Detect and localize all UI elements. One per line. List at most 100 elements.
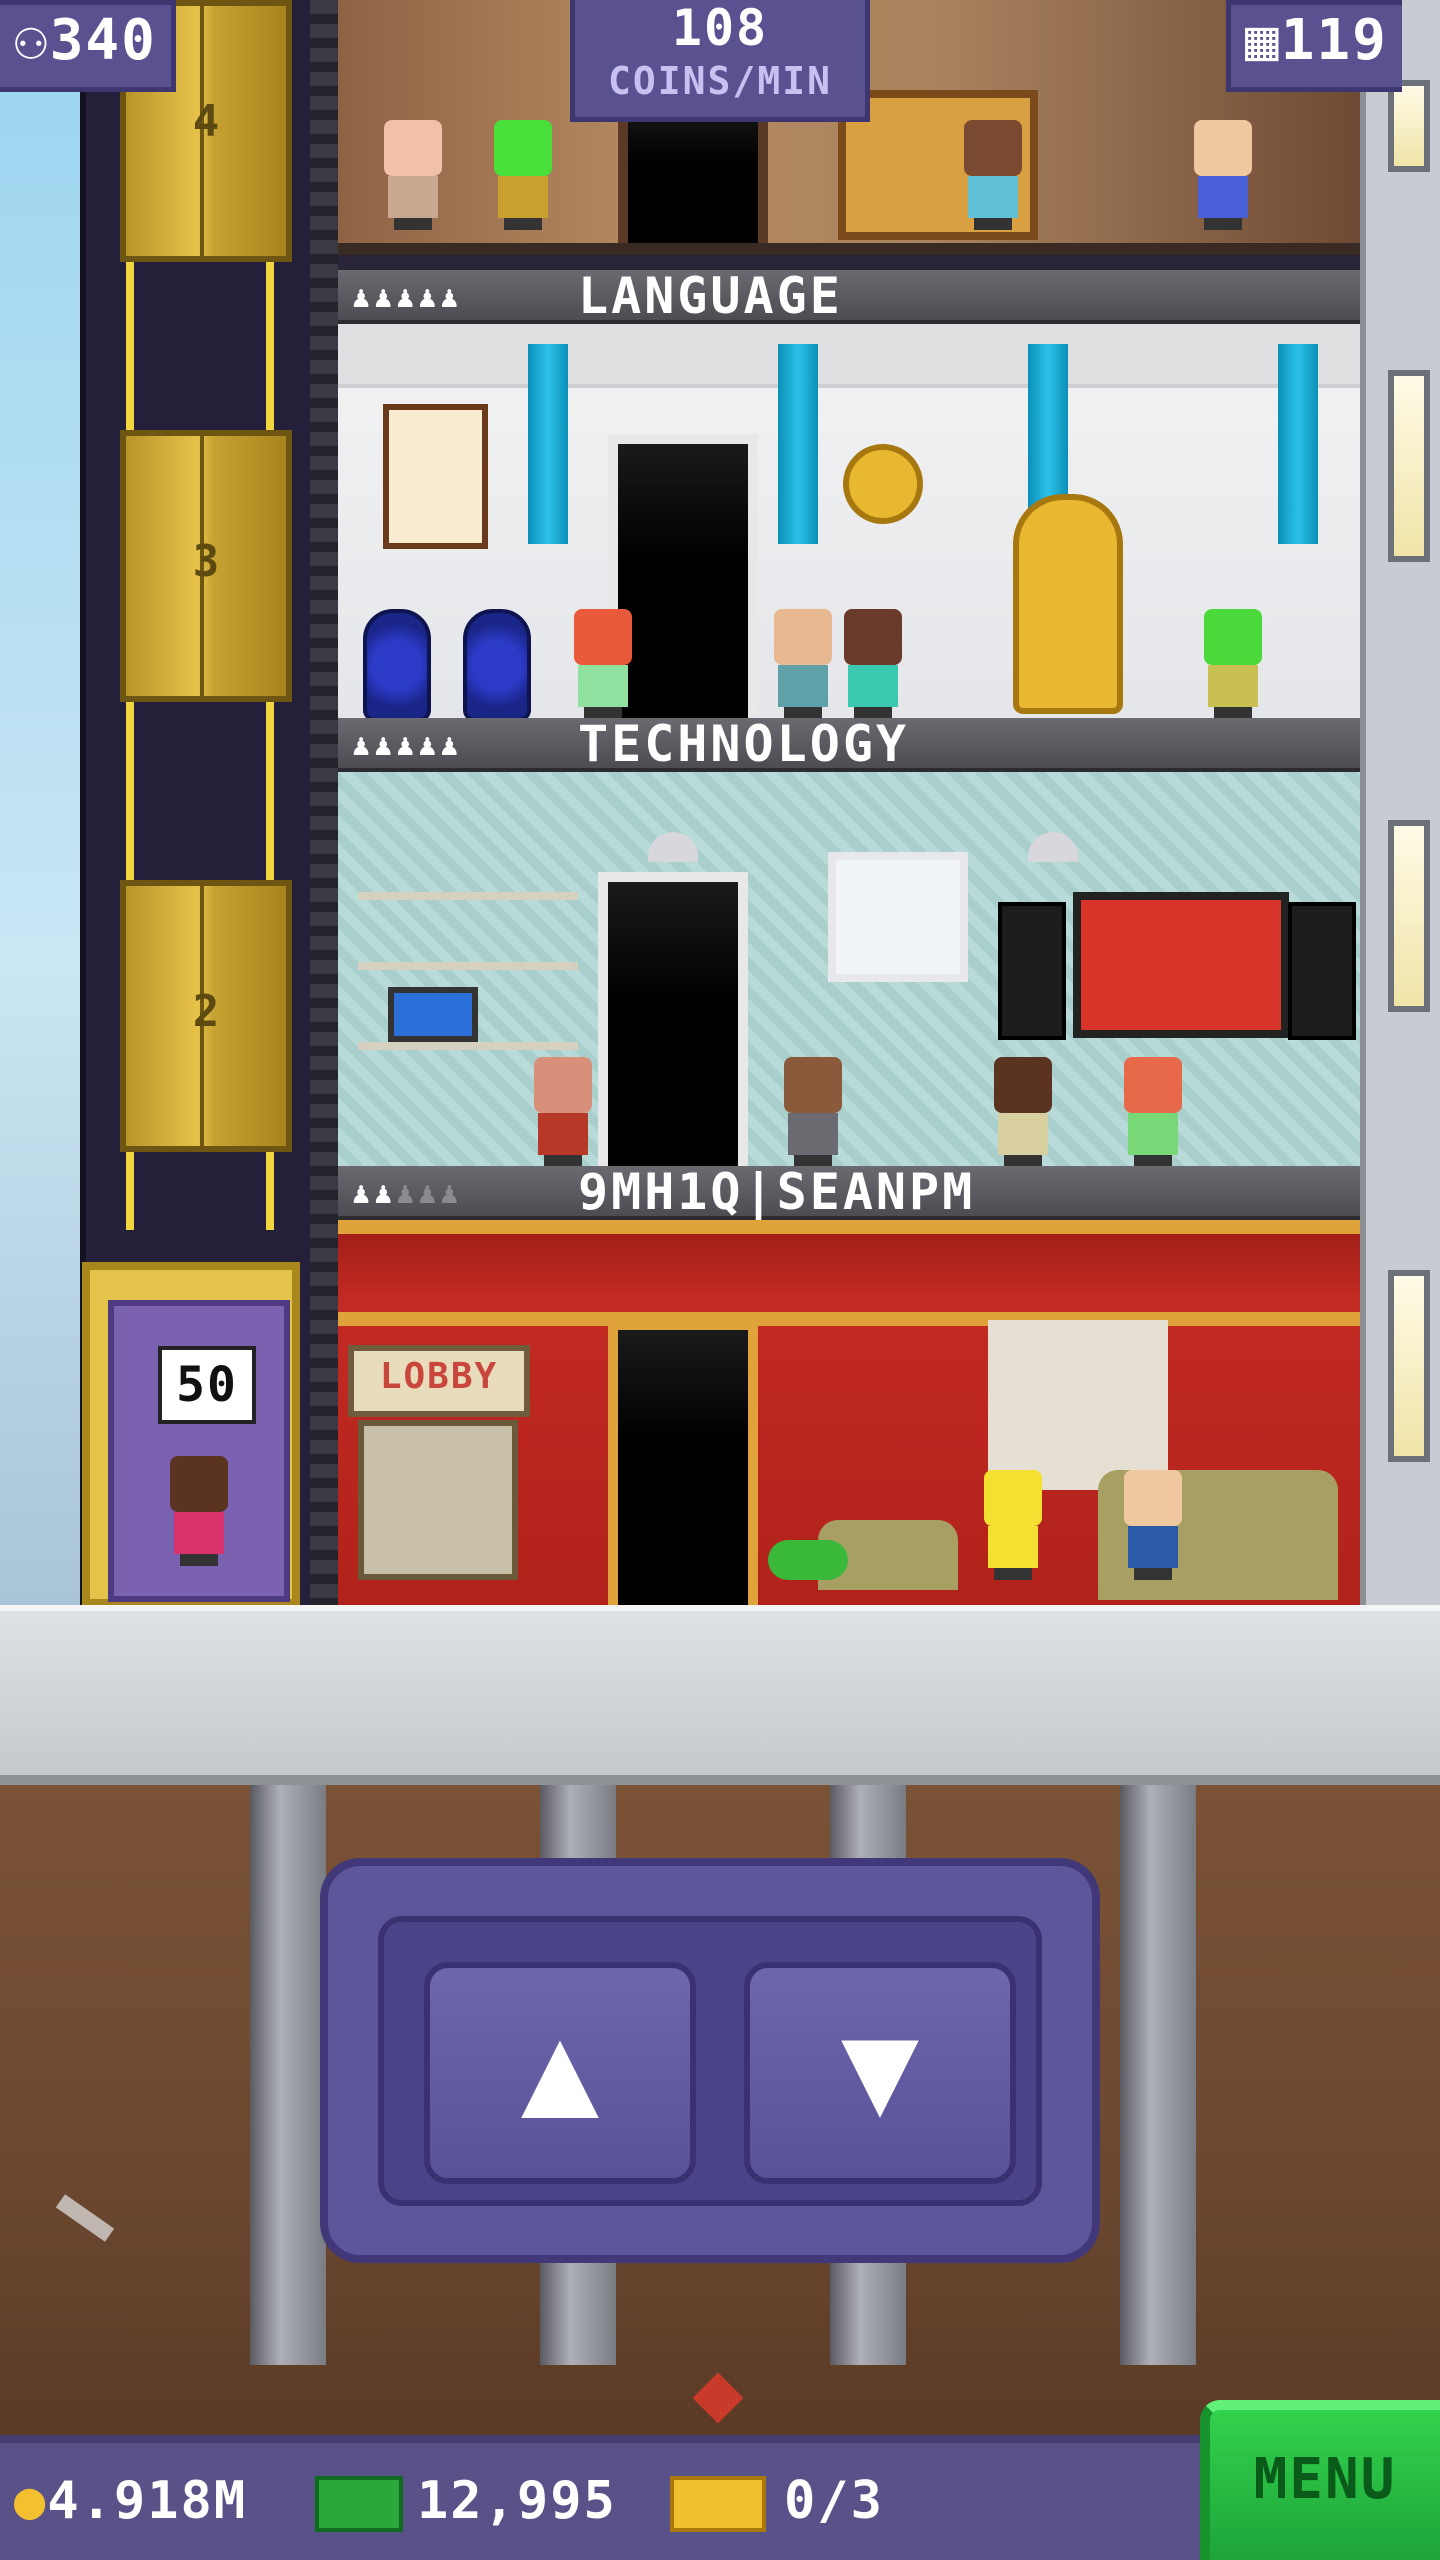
resident-slot-empty-icon: ♟ [396,1176,419,1211]
menu-button[interactable]: MENU [1200,2400,1440,2560]
floor-number: 3 [192,536,220,587]
elevator-down-button[interactable]: ▼ [744,1962,1016,2184]
ceiling-lamp [648,832,698,862]
shelf [358,1042,578,1050]
resident[interactable] [838,609,908,719]
resident[interactable] [488,120,558,230]
floor-number: 4 [192,96,220,147]
stable-window [988,1320,1168,1490]
resident-slot-filled-icon: ♟ [418,280,441,315]
wall-poster [383,404,488,549]
elevator-car[interactable]: 50 [82,1262,300,1607]
window [1388,370,1430,562]
resident[interactable] [958,120,1028,230]
bux-icon [315,2476,403,2532]
coins-rate-value: 108 [671,0,769,57]
control-panel-inner: ▲ ▼ [378,1916,1042,2206]
population-counter: ⚇340 [0,0,176,92]
floor-door [598,872,748,1168]
resident-slot-empty-icon: ♟ [440,1176,463,1211]
resident-slot-empty-icon: ♟ [418,1176,441,1211]
resident-count: ♟♟♟♟♟ [352,1176,462,1211]
resident-count: ♟♟♟♟♟ [352,280,462,315]
ticket-icon [670,2476,766,2532]
speaker [1288,902,1356,1040]
floor-number: 2 [192,986,220,1037]
floor-label: ♟♟♟♟♟ 9MH1Q|SEANPM [338,1166,1360,1220]
floor-lobby[interactable]: ♟♟♟♟♟ 9MH1Q|SEANPM LOBBY [338,1166,1360,1606]
floor-language[interactable]: ♟♟♟♟♟ LANGUAGE [338,270,1360,720]
resident-hazmat[interactable] [978,1470,1048,1580]
resident-slot-filled-icon: ♟ [440,728,463,763]
elevator-capacity-sign: 50 [158,1346,256,1424]
pillar [528,344,568,544]
floor-room [338,324,1360,720]
building-edge [1360,0,1440,1610]
computer-monitor [388,987,478,1042]
resident[interactable] [1118,1057,1188,1167]
floor-name: 9MH1Q|SEANPM [578,1166,976,1221]
elevator-passenger[interactable] [164,1456,234,1566]
down-arrow-icon: ▼ [840,1992,920,2144]
floor-counter: ▦119 [1226,0,1402,92]
window [1388,1270,1430,1462]
elevator-control-panel: ▲ ▼ [320,1858,1100,2263]
tickets-value: 0/3 [784,2471,884,2531]
resident-slot-filled-icon: ♟ [374,1176,397,1211]
resident-slot-filled-icon: ♟ [352,1176,375,1211]
floor-room: LOBBY [338,1220,1360,1606]
wall-tv [1073,892,1289,1038]
support-column [1120,1785,1196,2365]
resident-slot-filled-icon: ♟ [396,728,419,763]
turtle[interactable] [768,1540,848,1580]
floor-name: LANGUAGE [578,270,843,325]
roof-beam [338,1220,1360,1234]
glyph-frieze [338,324,1360,388]
coin-icon: ● [14,2471,48,2531]
resident[interactable] [768,609,838,719]
floor-name: TECHNOLOGY [578,718,910,773]
buried-gem [692,2372,744,2424]
coins-rate-unit: COINS/MIN [608,59,832,103]
floor-technology[interactable]: ♟♟♟♟♟ TECHNOLOGY [338,718,1360,1168]
coins-value: 4.918M [47,2471,248,2531]
shaft-door-floor-2: 2 [120,880,292,1152]
bux-value: 12,995 [417,2471,617,2531]
floor-room [338,772,1360,1168]
resident[interactable] [1188,120,1258,230]
speaker [998,902,1066,1040]
support-column [250,1785,326,2365]
pillar [1278,344,1318,544]
sky-background [0,0,80,1610]
blue-vase [363,609,431,720]
resident-slot-filled-icon: ♟ [418,728,441,763]
elevator-up-button[interactable]: ▲ [424,1962,696,2184]
shelf [358,962,578,970]
roof-beam [338,1312,1360,1326]
tickets-stat[interactable]: 0/3 [670,2443,884,2560]
resident[interactable] [378,120,448,230]
ground-slab [0,1605,1440,1785]
resident[interactable] [568,609,638,719]
blue-vase [463,609,531,720]
gold-ornament [843,444,923,524]
resident-count: ♟♟♟♟♟ [352,728,462,763]
bux-stat[interactable]: 12,995 [315,2443,617,2560]
floor-label: ♟♟♟♟♟ TECHNOLOGY [338,718,1360,772]
pillar [778,344,818,544]
resident-slot-filled-icon: ♟ [440,280,463,315]
coins-stat[interactable]: ●4.918M [14,2443,247,2560]
window [1388,820,1430,1012]
population-value: 340 [49,8,157,73]
up-arrow-icon: ▲ [520,1992,600,2144]
resident-slot-filled-icon: ♟ [396,280,419,315]
window-blinds [828,852,968,982]
resident[interactable] [1198,609,1268,719]
resident[interactable] [778,1057,848,1167]
floor-door [608,1320,758,1606]
resident-slot-filled-icon: ♟ [352,728,375,763]
resident[interactable] [528,1057,598,1167]
resident-slot-filled-icon: ♟ [352,280,375,315]
resident[interactable] [988,1057,1058,1167]
resident[interactable] [1118,1470,1188,1580]
